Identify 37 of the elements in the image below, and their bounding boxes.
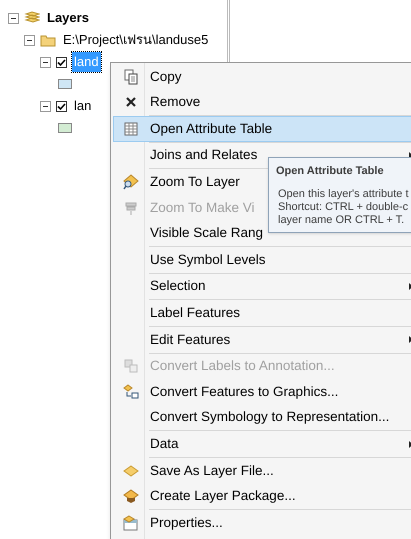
checkbox[interactable] bbox=[56, 56, 67, 68]
package-icon bbox=[123, 488, 139, 504]
diamond-magnifier-icon bbox=[123, 174, 139, 190]
layers-icon bbox=[123, 200, 139, 216]
menu-item[interactable]: Copy bbox=[113, 64, 411, 90]
convert-icon bbox=[123, 384, 139, 400]
collapse-icon[interactable] bbox=[24, 34, 35, 46]
folder-icon bbox=[40, 34, 56, 46]
layers-icon bbox=[24, 11, 40, 25]
diamond-icon bbox=[123, 462, 139, 479]
menu-item[interactable]: Open Attribute Table bbox=[113, 116, 411, 142]
menu-item[interactable]: Convert Symbology to Representation... bbox=[113, 404, 411, 430]
menu-item[interactable]: Save As Layer File... bbox=[113, 458, 411, 484]
tooltip-title: Open Attribute Table bbox=[276, 164, 385, 179]
menu-item[interactable]: Use Symbol Levels bbox=[113, 247, 411, 273]
table-icon bbox=[123, 120, 139, 137]
collapse-icon[interactable] bbox=[40, 100, 51, 112]
convert-icon bbox=[123, 358, 139, 374]
menu-item[interactable]: Label Features bbox=[113, 300, 411, 326]
tooltip-text: Open this layer's attribute t bbox=[278, 188, 410, 200]
checkbox[interactable] bbox=[56, 100, 67, 112]
collapse-icon[interactable] bbox=[8, 12, 19, 24]
menu-item[interactable]: Convert Features to Graphics... bbox=[113, 379, 411, 405]
tree-item-label[interactable]: E:\Project\เฟรน\landuse5 bbox=[61, 30, 210, 50]
menu-item[interactable]: Remove bbox=[113, 90, 411, 116]
tree-item-label[interactable]: Layers bbox=[45, 8, 91, 28]
properties-icon bbox=[123, 514, 139, 531]
copy-icon bbox=[123, 68, 139, 85]
menu-item[interactable]: Properties... bbox=[113, 510, 411, 536]
tooltip-text: Shortcut: CTRL + double-c bbox=[278, 200, 410, 214]
menu-item[interactable]: Selection bbox=[113, 274, 411, 300]
menu-item[interactable]: Edit Features bbox=[113, 326, 411, 353]
tree-item-label[interactable]: lan bbox=[72, 96, 94, 116]
menu-item[interactable]: Create Layer Package... bbox=[113, 484, 411, 510]
collapse-icon[interactable] bbox=[40, 56, 51, 68]
tooltip-text: layer name OR CTRL + T. bbox=[278, 214, 406, 226]
menu-item[interactable]: Data bbox=[113, 431, 411, 457]
